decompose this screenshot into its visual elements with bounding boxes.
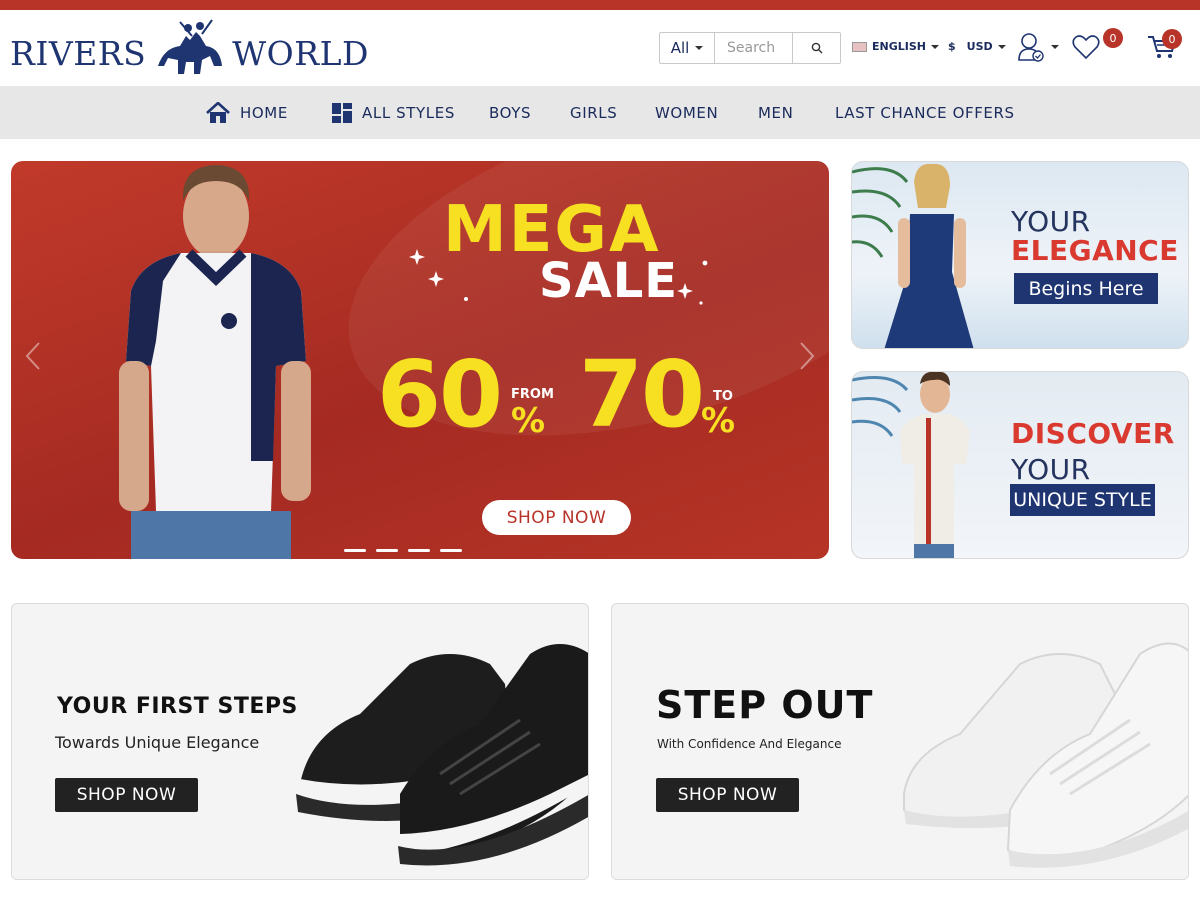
promo-title: STEP OUT xyxy=(656,683,874,727)
top-accent-bar xyxy=(0,0,1200,10)
side-banner-elegance[interactable]: YOUR ELEGANCE Begins Here xyxy=(851,161,1189,349)
carousel-prev-arrow-icon[interactable] xyxy=(25,341,41,371)
hero-shop-now-button[interactable]: SHOP NOW xyxy=(482,500,631,535)
percent-sign: % xyxy=(511,401,546,441)
nav-label: BOYS xyxy=(489,103,532,122)
white-sneakers-image xyxy=(903,642,1188,868)
wishlist-button[interactable]: 0 xyxy=(1072,28,1123,64)
uk-flag-icon xyxy=(852,41,867,52)
nav-label: LAST CHANCE OFFERS xyxy=(835,103,1015,122)
home-icon xyxy=(206,101,230,123)
side-banner-line2: ELEGANCE xyxy=(1011,234,1179,267)
language-label: ENGLISH xyxy=(872,40,926,53)
wishlist-count-badge: 0 xyxy=(1103,28,1123,48)
search-category-label: All xyxy=(670,39,690,57)
nav-label: ALL STYLES xyxy=(362,103,455,122)
chevron-down-icon xyxy=(930,44,939,49)
promo-banner-step-out[interactable]: STEP OUT With Confidence And Elegance SH… xyxy=(611,603,1189,880)
nav-item-men[interactable]: MEN xyxy=(758,86,793,139)
search-category-select[interactable]: All xyxy=(660,33,715,63)
brand-name-right: WORLD xyxy=(232,33,369,73)
side-banner-unique-style[interactable]: DISCOVER YOUR UNIQUE STYLE xyxy=(851,371,1189,559)
carousel-indicators xyxy=(344,549,462,552)
language-selector[interactable]: ENGLISH xyxy=(852,40,939,53)
chevron-down-icon xyxy=(1051,45,1059,49)
nav-item-all-styles[interactable]: ALL STYLES xyxy=(332,86,455,139)
percent-sign: % xyxy=(701,401,736,441)
black-sneakers-image xyxy=(296,644,588,866)
side-banner-tag: UNIQUE STYLE xyxy=(1010,484,1155,516)
promo-subtitle: With Confidence And Elegance xyxy=(657,737,842,751)
heart-icon xyxy=(1072,35,1100,60)
nav-item-boys[interactable]: BOYS xyxy=(489,86,531,139)
user-icon xyxy=(1018,33,1044,62)
discount-to-number: 70 xyxy=(579,341,705,448)
side-banner-tag: Begins Here xyxy=(1014,273,1158,304)
nav-item-last-chance-offers[interactable]: LAST CHANCE OFFERS xyxy=(835,86,1015,139)
search-button[interactable] xyxy=(793,33,840,63)
site-header: RIVERS WORLD All ENGLISH $ USD xyxy=(0,10,1200,86)
nav-label: HOME xyxy=(240,103,288,122)
model-tshirt-image xyxy=(900,372,970,558)
carousel-dot[interactable] xyxy=(344,549,366,552)
model-dress-image xyxy=(884,163,974,348)
side-banner-line2: YOUR xyxy=(1011,453,1091,486)
hero-carousel[interactable]: MEGA SALE 60 FROM % 70 TO % SHOP NOW xyxy=(11,161,829,559)
carousel-dot[interactable] xyxy=(440,549,462,552)
carousel-next-arrow-icon[interactable] xyxy=(799,341,815,371)
polo-horses-logo-icon xyxy=(158,19,223,74)
search-icon xyxy=(811,42,822,54)
carousel-dot[interactable] xyxy=(376,549,398,552)
nav-item-girls[interactable]: GIRLS xyxy=(570,86,617,139)
promo-subtitle: Towards Unique Elegance xyxy=(55,733,260,752)
currency-selector[interactable]: $ USD xyxy=(948,40,1006,53)
nav-label: GIRLS xyxy=(570,103,618,122)
sparkle-icons xyxy=(409,249,708,305)
nav-item-home[interactable]: HOME xyxy=(206,86,288,139)
currency-label: USD xyxy=(966,40,993,53)
brand-logo[interactable]: RIVERS WORLD xyxy=(10,19,369,78)
cart-button[interactable]: 0 xyxy=(1147,29,1182,64)
promo-shop-now-button[interactable]: SHOP NOW xyxy=(656,778,799,812)
chevron-down-icon xyxy=(997,44,1006,49)
brand-name-left: RIVERS xyxy=(10,33,147,73)
search-bar: All xyxy=(659,32,841,64)
nav-label: MEN xyxy=(758,103,794,122)
grid-icon xyxy=(332,102,352,123)
promo-banner-first-steps[interactable]: YOUR FIRST STEPS Towards Unique Elegance… xyxy=(11,603,589,880)
currency-symbol: $ xyxy=(948,40,956,53)
model-polo-shirt-image xyxy=(119,165,311,559)
promo-title: YOUR FIRST STEPS xyxy=(57,694,298,719)
nav-item-women[interactable]: WOMEN xyxy=(655,86,718,139)
side-banner-line1: DISCOVER xyxy=(1011,417,1175,450)
promo-shop-now-button[interactable]: SHOP NOW xyxy=(55,778,198,812)
from-label: FROM xyxy=(511,387,554,402)
carousel-dot[interactable] xyxy=(408,549,430,552)
nav-label: WOMEN xyxy=(655,103,719,122)
account-menu[interactable] xyxy=(1017,32,1059,62)
discount-from-number: 60 xyxy=(377,341,503,448)
cart-count-badge: 0 xyxy=(1162,29,1182,49)
main-navigation: HOME ALL STYLES BOYS GIRLS WOMEN MEN LAS… xyxy=(0,86,1200,139)
chevron-down-icon xyxy=(695,46,704,50)
search-input[interactable] xyxy=(715,33,793,63)
